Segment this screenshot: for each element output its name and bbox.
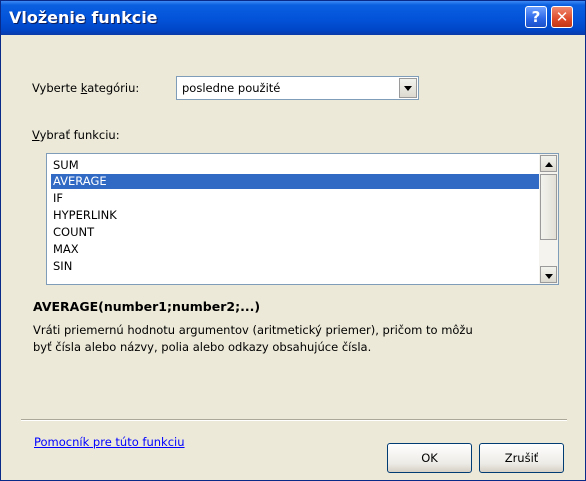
divider	[21, 419, 567, 421]
category-dropdown-button[interactable]	[399, 78, 417, 98]
title-bar[interactable]: Vloženie funkcie ? ✕	[1, 1, 585, 35]
scroll-up-icon	[545, 162, 553, 167]
function-item-average[interactable]: AVERAGE	[51, 174, 541, 189]
function-item-count[interactable]: COUNT	[51, 225, 541, 240]
close-icon: ✕	[555, 8, 569, 26]
category-select-value: posledne použité	[182, 81, 281, 95]
category-label-part: ategóriu:	[87, 81, 140, 95]
scroll-up-button[interactable]	[540, 155, 557, 172]
function-list-label-accesskey: V	[32, 128, 40, 142]
function-description: Vráti priemernú hodnotu argumentov (arit…	[33, 322, 557, 356]
ok-button[interactable]: OK	[387, 443, 472, 473]
chevron-down-icon	[404, 86, 412, 91]
cancel-button[interactable]: Zrušiť	[479, 443, 564, 473]
function-list-label: Vybrať funkciu:	[32, 128, 120, 142]
function-listbox[interactable]: SUM AVERAGE IF HYPERLINK COUNT MAX SIN	[46, 153, 559, 285]
function-item-sin[interactable]: SIN	[51, 259, 541, 274]
function-list-scrollbar[interactable]	[539, 154, 558, 284]
insert-function-dialog: Vloženie funkcie ? ✕ Vyberte kategóriu: …	[0, 0, 586, 481]
function-list-label-part: ybrať funkciu:	[39, 128, 120, 142]
function-description-line: Vráti priemernú hodnotu argumentov (arit…	[33, 323, 473, 337]
category-label-part: Vyberte	[32, 81, 81, 95]
function-signature: AVERAGE(number1;number2;...)	[33, 299, 261, 314]
function-item-max[interactable]: MAX	[51, 242, 541, 257]
help-button[interactable]: ?	[525, 6, 547, 28]
category-label: Vyberte kategóriu:	[32, 81, 139, 95]
dialog-title: Vloženie funkcie	[9, 8, 158, 27]
function-item-hyperlink[interactable]: HYPERLINK	[51, 208, 541, 223]
scroll-down-icon	[545, 274, 553, 279]
close-button[interactable]: ✕	[551, 6, 573, 28]
help-icon: ?	[531, 8, 541, 26]
scroll-down-button[interactable]	[540, 266, 557, 283]
function-description-line: byť čísla alebo názvy, polia alebo odkaz…	[33, 340, 372, 354]
function-item-if[interactable]: IF	[51, 191, 541, 206]
scroll-thumb[interactable]	[540, 174, 557, 240]
function-help-link[interactable]: Pomocník pre túto funkciu	[34, 435, 185, 449]
function-item-sum[interactable]: SUM	[51, 158, 541, 173]
category-select[interactable]: posledne použité	[176, 76, 419, 100]
